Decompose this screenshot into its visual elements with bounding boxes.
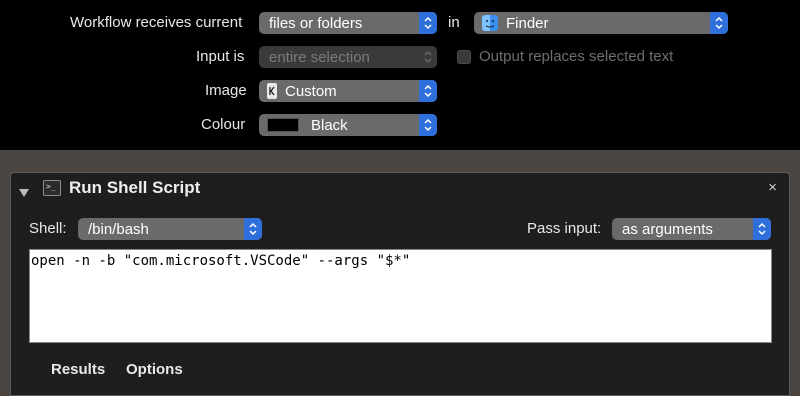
custom-image-icon [267,83,277,99]
stepper-icon [419,114,437,136]
output-replaces-label: Output replaces selected text [479,48,674,65]
action-title: Run Shell Script [69,178,201,197]
pass-input-popup[interactable]: as arguments [612,218,771,240]
close-icon[interactable]: × [768,179,777,196]
shell-popup[interactable]: /bin/bash [78,218,262,240]
output-replaces-checkbox [457,50,471,64]
pass-input-label: Pass input: [527,220,602,237]
colour-popup[interactable]: Black [259,114,437,136]
disclosure-triangle-icon[interactable] [19,184,29,202]
image-label: Image [205,82,247,99]
receives-popup[interactable]: files or folders [259,12,437,34]
stepper-icon [419,80,437,102]
stepper-icon [753,218,771,240]
action-header: >_ Run Shell Script × [11,173,789,203]
terminal-icon: >_ [43,180,61,196]
in-label: in [448,14,460,31]
stepper-icon [244,218,262,240]
receives-value: files or folders [269,14,363,32]
pass-input-value: as arguments [622,220,713,238]
shell-value: /bin/bash [88,220,149,238]
input-label: Input is [196,48,245,65]
stepper-icon [419,46,437,68]
colour-label: Colour [201,116,246,133]
colour-value: Black [311,116,348,134]
stepper-icon [419,12,437,34]
receives-label: Workflow receives current [70,14,243,31]
input-value: entire selection [269,48,370,66]
shell-label: Shell: [29,220,67,237]
application-value: Finder [506,14,549,32]
image-value: Custom [285,82,337,100]
image-popup[interactable]: Custom [259,80,437,102]
tab-results[interactable]: Results [51,361,105,378]
script-editor[interactable]: open -n -b "com.microsoft.VSCode" --args… [29,249,772,343]
finder-icon [482,15,498,31]
application-popup[interactable]: Finder [474,12,728,34]
colour-swatch [267,118,299,132]
run-shell-script-action: >_ Run Shell Script × Shell: /bin/bash P… [10,172,790,396]
workflow-config: Workflow receives current files or folde… [0,0,800,150]
tab-options[interactable]: Options [126,361,183,378]
input-popup: entire selection [259,46,437,68]
stepper-icon [710,12,728,34]
